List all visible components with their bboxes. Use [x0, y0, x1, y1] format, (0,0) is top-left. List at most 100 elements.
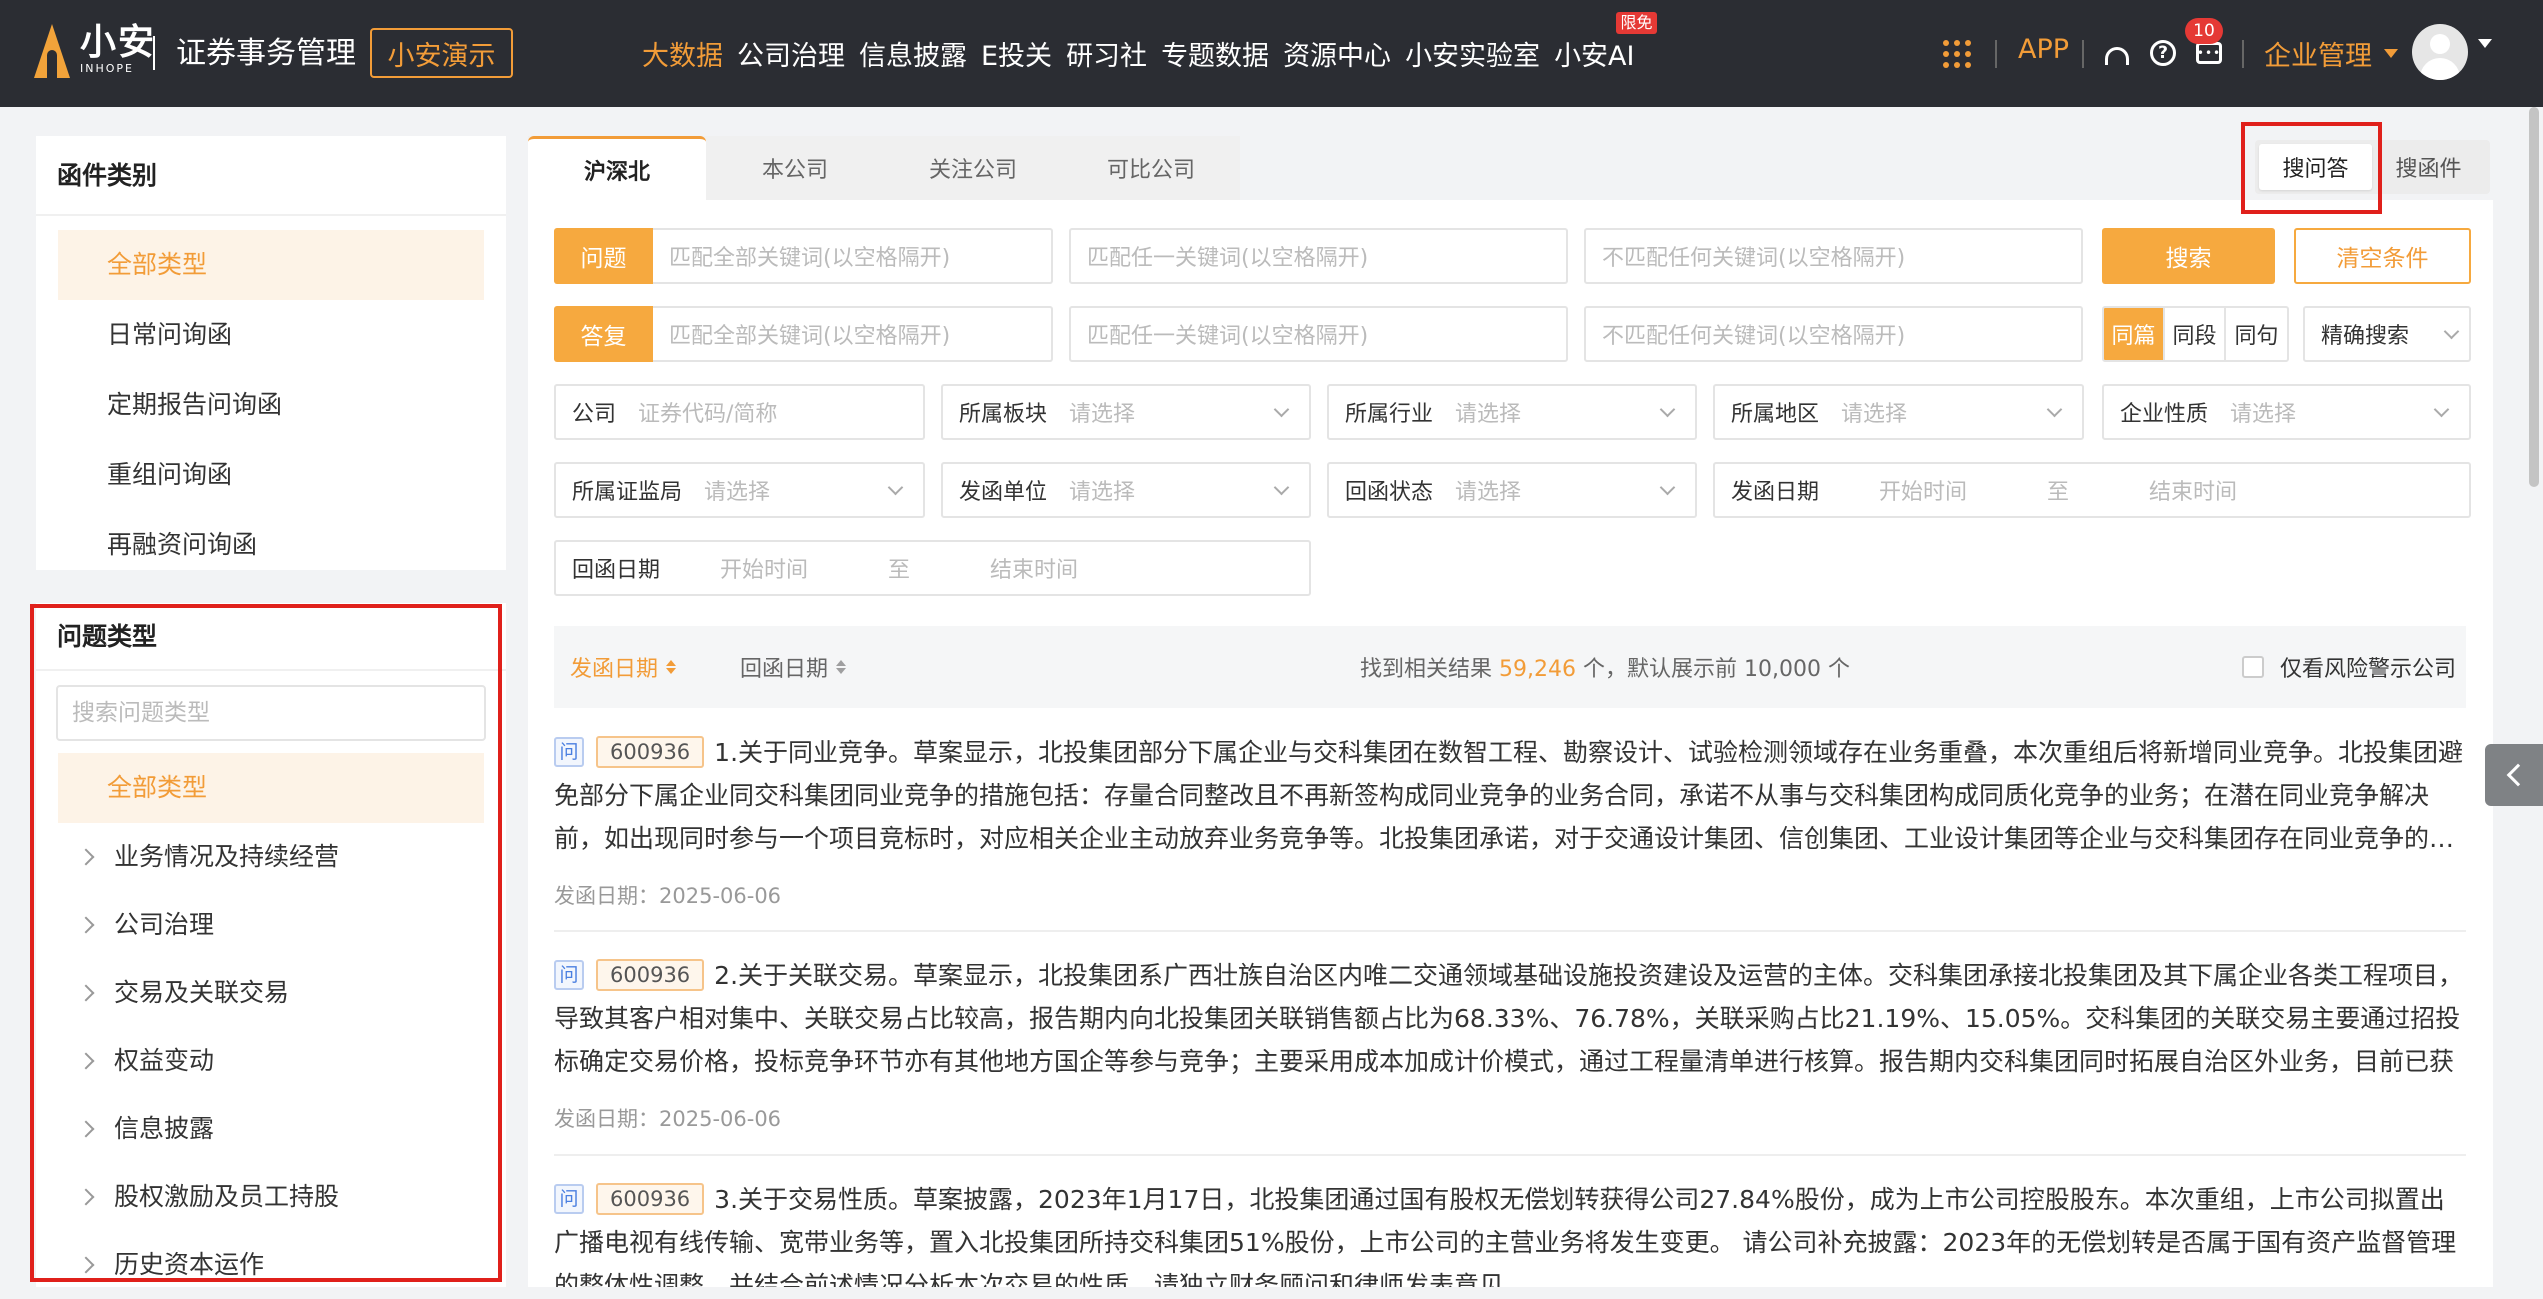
- question-keyword-row: 问题 匹配全部关键词(以空格隔开) 匹配任一关键词(以空格隔开) 不匹配任何关键…: [554, 228, 2083, 284]
- chevron-left-icon: [2506, 763, 2530, 787]
- chevron-down-icon: [887, 479, 904, 495]
- result-text[interactable]: 问 600936 3.关于交易性质。草案披露，2023年1月17日，北投集团通过国有…: [554, 1178, 2466, 1287]
- issue-date-end-input[interactable]: 结束时间: [2149, 474, 2469, 506]
- nature-label: 企业性质: [2120, 402, 2209, 427]
- letter-category-daily[interactable]: 日常问询函: [36, 300, 506, 370]
- issue-date-separator: 至: [2047, 480, 2070, 505]
- board-placeholder: 请选择: [1069, 402, 1136, 427]
- nav-item-eir[interactable]: E投关: [981, 34, 1052, 73]
- avatar-chevron-down-icon[interactable]: [2478, 39, 2492, 74]
- avatar[interactable]: [2412, 24, 2468, 80]
- question-exclude-keywords-input[interactable]: 不匹配任何关键词(以空格隔开): [1584, 228, 2083, 284]
- issuer-label: 发函单位: [959, 480, 1048, 505]
- issue-date-range[interactable]: 发函日期 开始时间 至 结束时间: [1713, 462, 2471, 518]
- reply-date-end-input[interactable]: 结束时间: [990, 552, 1309, 584]
- risk-warning-checkbox[interactable]: [2242, 656, 2264, 678]
- result-item[interactable]: 问 600936 2.关于关联交易。草案显示，北投集团系广西壮族自治区内唯二交通领域…: [554, 954, 2466, 1133]
- result-content: 2.关于关联交易。草案显示，北投集团系广西壮族自治区内唯二交通领域基础设施投资建…: [554, 961, 2464, 1076]
- issuer-select[interactable]: 发函单位 请选择: [941, 462, 1311, 518]
- headset-icon[interactable]: [2100, 36, 2134, 70]
- scope-same-paragraph[interactable]: 同段: [2165, 308, 2226, 360]
- nav-item-lab[interactable]: 小安实验室: [1405, 34, 1540, 73]
- tab-followed[interactable]: 关注公司: [884, 136, 1062, 200]
- chevron-down-icon: [1659, 479, 1676, 495]
- company-input[interactable]: 证券代码/简称: [638, 396, 923, 428]
- sort-by-issue-date[interactable]: 发函日期: [570, 651, 677, 683]
- nature-placeholder: 请选择: [2230, 402, 2297, 427]
- sort-by-reply-date[interactable]: 回函日期: [740, 651, 847, 683]
- nav-item-governance[interactable]: 公司治理: [737, 34, 845, 73]
- tab-own-company[interactable]: 本公司: [706, 136, 884, 200]
- company-filter[interactable]: 公司 证券代码/简称: [554, 384, 925, 440]
- issue-date-label: 发函日期: [1731, 480, 1820, 505]
- enterprise-menu[interactable]: 企业管理: [2264, 34, 2398, 73]
- answer-keyword-row: 答复 匹配全部关键词(以空格隔开) 匹配任一关键词(以空格隔开) 不匹配任何关键…: [554, 306, 2083, 362]
- mode-search-letters[interactable]: 搜函件: [2372, 144, 2485, 190]
- issue-date-start-input[interactable]: 开始时间: [1879, 474, 1967, 506]
- nav-item-disclosure[interactable]: 信息披露: [859, 34, 967, 73]
- market-tabs: 沪深北 本公司 关注公司 可比公司: [528, 136, 1240, 200]
- question-all-keywords-input[interactable]: 匹配全部关键词(以空格隔开): [653, 228, 1053, 284]
- sort-icon: [836, 660, 847, 674]
- reply-date-range[interactable]: 回函日期 开始时间 至 结束时间: [554, 540, 1311, 596]
- collapse-panel-button[interactable]: [2485, 744, 2543, 806]
- stock-code-tag[interactable]: 600936: [596, 736, 705, 768]
- match-mode-select[interactable]: 精确搜索: [2303, 306, 2471, 362]
- scrollbar-thumb[interactable]: [2529, 107, 2539, 487]
- enterprise-label: 企业管理: [2264, 41, 2372, 72]
- reply-status-select[interactable]: 回函状态 请选择: [1327, 462, 1697, 518]
- app-link[interactable]: APP: [2018, 34, 2069, 65]
- answer-any-keywords-input[interactable]: 匹配任一关键词(以空格隔开): [1069, 306, 1568, 362]
- answer-all-keywords-input[interactable]: 匹配全部关键词(以空格隔开): [653, 306, 1053, 362]
- demo-button[interactable]: 小安演示: [370, 28, 513, 78]
- result-date: 发函日期：2025-06-06: [554, 884, 782, 908]
- result-item[interactable]: 问 600936 3.关于交易性质。草案披露，2023年1月17日，北投集团通过国有…: [554, 1178, 2466, 1287]
- top-navbar: 小安 INHOPE 证券事务管理 小安演示 大数据 公司治理 信息披露 E投关 …: [0, 0, 2543, 107]
- letter-category-periodic[interactable]: 定期报告问询函: [36, 370, 506, 440]
- result-text[interactable]: 问 600936 2.关于关联交易。草案显示，北投集团系广西壮族自治区内唯二交通领域…: [554, 954, 2466, 1083]
- nav-item-study[interactable]: 研习社: [1066, 34, 1147, 73]
- scope-same-article[interactable]: 同篇: [2104, 308, 2165, 360]
- enterprise-nature-select[interactable]: 企业性质 请选择: [2102, 384, 2471, 440]
- question-any-keywords-input[interactable]: 匹配任一关键词(以空格隔开): [1069, 228, 1568, 284]
- chevron-down-icon: [1273, 401, 1290, 417]
- nav-item-ai[interactable]: 小安AI 限免: [1554, 11, 1657, 73]
- logo-divider: [153, 36, 155, 70]
- board-select[interactable]: 所属板块 请选择: [941, 384, 1311, 440]
- result-count-number: 59,246: [1499, 657, 1576, 682]
- search-button[interactable]: 搜索: [2102, 228, 2275, 284]
- brand-logo[interactable]: 小安 INHOPE: [32, 20, 156, 78]
- match-scope-toggle: 同篇 同段 同句: [2102, 306, 2289, 362]
- result-item[interactable]: 问 600936 1.关于同业竞争。草案显示，北投集团部分下属企业与交科集团在数智工…: [554, 731, 2466, 910]
- chevron-down-icon: [2046, 401, 2063, 417]
- nav-item-topic-data[interactable]: 专题数据: [1161, 34, 1269, 73]
- toolbar-divider: [2242, 40, 2244, 68]
- result-text[interactable]: 问 600936 1.关于同业竞争。草案显示，北投集团部分下属企业与交科集团在数智工…: [554, 731, 2466, 860]
- question-tag: 问: [554, 960, 584, 990]
- stock-code-tag[interactable]: 600936: [596, 959, 705, 991]
- message-count-badge: 10: [2185, 18, 2223, 44]
- letter-category-all[interactable]: 全部类型: [58, 230, 484, 300]
- highlight-box-question-type: [30, 604, 502, 1282]
- letter-category-refinance[interactable]: 再融资问询函: [36, 510, 506, 580]
- region-select[interactable]: 所属地区 请选择: [1713, 384, 2084, 440]
- help-icon[interactable]: ?: [2146, 36, 2180, 70]
- letter-category-restructure[interactable]: 重组问询函: [36, 440, 506, 510]
- clear-filters-button[interactable]: 清空条件: [2294, 228, 2471, 284]
- nav-item-bigdata[interactable]: 大数据: [642, 34, 723, 73]
- answer-exclude-keywords-input[interactable]: 不匹配任何关键词(以空格隔开): [1584, 306, 2083, 362]
- tab-comparable[interactable]: 可比公司: [1062, 136, 1240, 200]
- result-divider: [554, 1154, 2466, 1156]
- apps-grid-icon[interactable]: [1943, 40, 1971, 68]
- app-title: 证券事务管理: [176, 36, 356, 71]
- risk-warning-filter[interactable]: 仅看风险警示公司: [2242, 651, 2456, 683]
- reply-date-start-input[interactable]: 开始时间: [720, 552, 808, 584]
- tab-shsz-bj[interactable]: 沪深北: [528, 136, 706, 200]
- regulator-select[interactable]: 所属证监局 请选择: [554, 462, 925, 518]
- stock-code-tag[interactable]: 600936: [596, 1183, 705, 1215]
- scope-same-sentence[interactable]: 同句: [2226, 308, 2287, 360]
- nav-item-resources[interactable]: 资源中心: [1283, 34, 1391, 73]
- industry-select[interactable]: 所属行业 请选择: [1327, 384, 1697, 440]
- result-content: 1.关于同业竞争。草案显示，北投集团部分下属企业与交科集团在数智工程、勘察设计、…: [554, 738, 2464, 853]
- question-label: 问题: [554, 228, 653, 284]
